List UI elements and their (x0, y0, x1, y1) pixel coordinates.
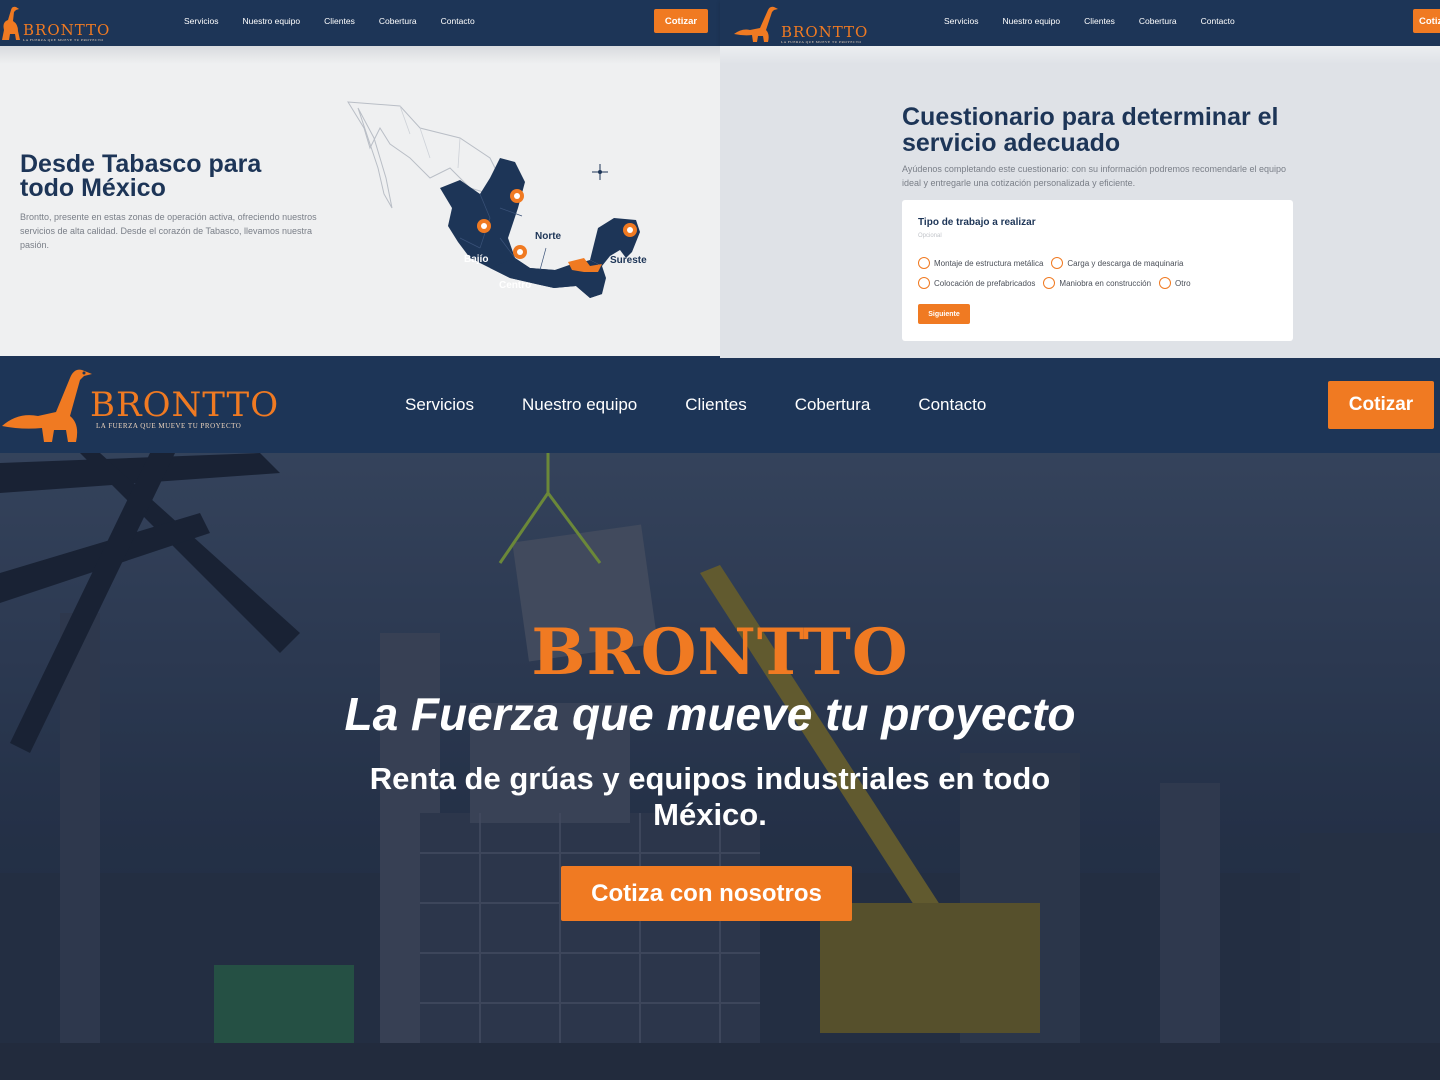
coverage-title: Desde Tabasco para todo México (20, 150, 262, 202)
nav-item-nuestro-equipo[interactable]: Nuestro equipo (1002, 16, 1060, 26)
logo-wordmark: BRONTTO (90, 385, 280, 425)
hero-tagline: La Fuerza que mueve tu proyecto (344, 688, 1076, 740)
radio-circle-icon[interactable] (1043, 277, 1056, 289)
mini-navbar-left: BRONTTO LA FUERZA QUE MUEVE TU PROYECTO … (0, 0, 720, 46)
hero-subtitle: Renta de grúas y equipos industriales en… (369, 761, 1051, 832)
nav-item-contacto[interactable]: Contacto (441, 16, 475, 26)
radio-label: Montaje de estructura metálica (934, 258, 1044, 268)
coverage-description: Brontto, presente en estas zonas de oper… (20, 212, 317, 250)
question-label: Tipo de trabajo a realizar (918, 217, 1036, 228)
region-label-centro: Centro (499, 280, 532, 291)
nav-item-clientes[interactable]: Clientes (324, 16, 355, 26)
nav-item-contacto[interactable]: Contacto (1201, 16, 1235, 26)
questionnaire-lead: Ayúdenos completando este cuestionario: … (902, 164, 1287, 188)
cotizar-button[interactable]: Cotizar (1328, 381, 1434, 429)
brand-logo[interactable]: BRONTTO LA FUERZA QUE MUEVE TU PROYECTO (732, 4, 868, 44)
nav-item-cobertura[interactable]: Cobertura (1139, 16, 1177, 26)
radio-circle-icon[interactable] (1051, 257, 1064, 269)
radio-label: Colocación de prefabricados (934, 278, 1036, 288)
dinosaur-logo-icon (2, 6, 20, 41)
options-row: Montaje de estructura metálica Carga y d… (918, 257, 1183, 269)
logo-wordmark: BRONTTO (781, 23, 869, 41)
mexico-coverage-map: Norte Bajío Centro Sureste (340, 98, 670, 308)
questionnaire-section: Cuestionario para determinar el servicio… (720, 46, 1440, 358)
questionnaire-title: Cuestionario para determinar el servicio… (902, 103, 1279, 157)
nav-item-nuestro-equipo[interactable]: Nuestro equipo (242, 16, 300, 26)
radio-circle-icon[interactable] (918, 257, 930, 269)
nav-item-nuestro-equipo[interactable]: Nuestro equipo (522, 395, 637, 415)
nav-menu: Servicios Nuestro equipo Clientes Cobert… (184, 16, 475, 26)
mini-navbar-right: BRONTTO LA FUERZA QUE MUEVE TU PROYECTO … (720, 0, 1440, 46)
brand-logo[interactable]: BRONTTO LA FUERZA QUE MUEVE TU PROYECTO (0, 4, 110, 42)
nav-item-servicios[interactable]: Servicios (405, 395, 474, 415)
nav-item-clientes[interactable]: Clientes (685, 395, 746, 415)
optional-hint: Opcional (918, 233, 942, 239)
nav-item-servicios[interactable]: Servicios (184, 16, 218, 26)
nav-item-cobertura[interactable]: Cobertura (795, 395, 871, 415)
nav-item-cobertura[interactable]: Cobertura (379, 16, 417, 26)
brand-logo[interactable]: BRONTTO LA FUERZA QUE MUEVE TU PROYECTO (0, 364, 279, 446)
radio-montaje-estructura[interactable]: Montaje de estructura metálica (918, 257, 1043, 269)
coverage-section: Desde Tabasco para todo México Brontto, … (0, 46, 720, 356)
questionnaire-card: Tipo de trabajo a realizar Opcional Mont… (902, 200, 1293, 341)
nav-item-servicios[interactable]: Servicios (944, 16, 978, 26)
header-shadow (720, 46, 1440, 64)
nav-item-clientes[interactable]: Clientes (1084, 16, 1115, 26)
nav-item-contacto[interactable]: Contacto (918, 395, 986, 415)
hero-section: BRONTTO La Fuerza que mueve tu proyecto … (0, 453, 1440, 1080)
radio-circle-icon[interactable] (918, 277, 930, 289)
cotizar-button[interactable]: Cotizar (654, 9, 708, 33)
radio-colocacion-prefabricados[interactable]: Colocación de prefabricados (918, 277, 1035, 289)
cotiza-con-nosotros-button[interactable]: Cotiza con nosotros (561, 866, 852, 921)
nav-menu: Servicios Nuestro equipo Clientes Cobert… (944, 16, 1235, 26)
radio-label: Maniobra en construcción (1059, 278, 1152, 288)
options-row: Colocación de prefabricados Maniobra en … (918, 277, 1191, 289)
radio-otro[interactable]: Otro (1159, 277, 1191, 289)
logo-tagline: LA FUERZA QUE MUEVE TU PROYECTO (781, 40, 862, 44)
dinosaur-logo-icon (734, 6, 778, 43)
radio-label: Carga y descarga de maquinaria (1067, 258, 1184, 268)
region-label-norte: Norte (535, 231, 562, 242)
logo-wordmark: BRONTTO (23, 21, 111, 39)
region-label-bajio: Bajío (464, 254, 489, 265)
mexico-map-icon (347, 101, 640, 298)
header-shadow (0, 46, 720, 64)
hero-brand-title: BRONTTO (531, 615, 909, 690)
region-label-sureste: Sureste (610, 255, 647, 266)
dinosaur-logo-icon (2, 369, 92, 442)
radio-circle-icon[interactable] (1159, 277, 1172, 289)
nav-menu: Servicios Nuestro equipo Clientes Cobert… (405, 395, 986, 415)
logo-tagline: LA FUERZA QUE MUEVE TU PROYECTO (23, 38, 104, 42)
radio-maniobra-construccion[interactable]: Maniobra en construcción (1043, 277, 1151, 289)
radio-label: Otro (1175, 278, 1191, 288)
radio-carga-descarga[interactable]: Carga y descarga de maquinaria (1051, 257, 1183, 269)
cotizar-button[interactable]: Cotizar (1413, 9, 1440, 33)
siguiente-button[interactable]: Siguiente (918, 304, 970, 324)
main-navbar: BRONTTO LA FUERZA QUE MUEVE TU PROYECTO … (0, 360, 1440, 453)
